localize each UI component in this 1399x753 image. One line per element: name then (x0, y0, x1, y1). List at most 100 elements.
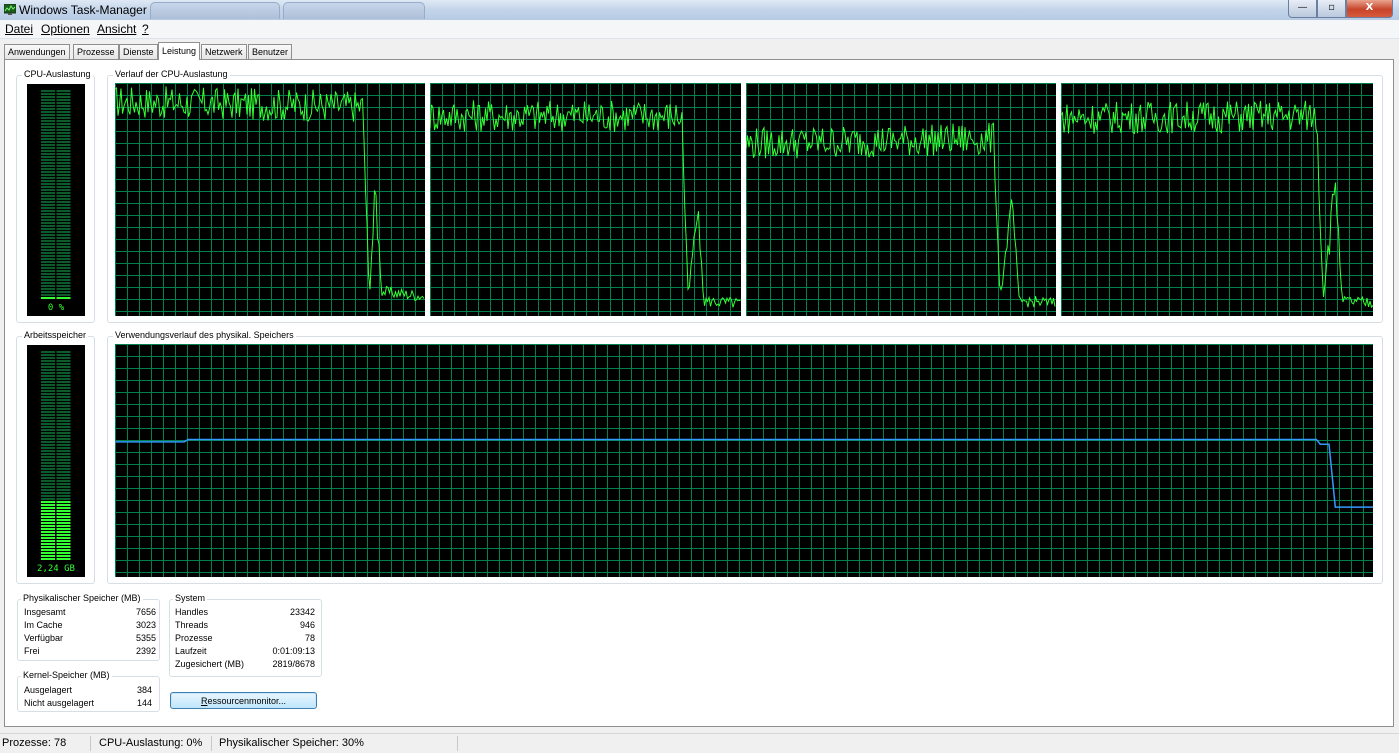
cpu-core-3-graph (746, 83, 1056, 316)
gauge-segment (56, 198, 71, 200)
gauge-segment (56, 285, 71, 287)
gauge-segment (56, 411, 71, 413)
tab-anwendungen[interactable]: Anwendungen (4, 44, 70, 59)
close-button[interactable]: X (1346, 0, 1393, 18)
gauge-segment (56, 288, 71, 290)
task-manager-app-icon (4, 4, 16, 15)
gauge-segment (41, 195, 55, 197)
gauge-segment (56, 270, 71, 272)
menu-datei[interactable]: Datei (5, 22, 33, 36)
gauge-segment (56, 282, 71, 284)
gauge-segment (56, 159, 71, 161)
gauge-segment (56, 117, 71, 119)
gauge-segment (41, 393, 55, 395)
kernel-memory-title: Kernel-Speicher (MB) (21, 670, 112, 680)
gauge-segment (41, 207, 55, 209)
gauge-segment (56, 132, 71, 134)
gauge-segment (41, 96, 55, 98)
cpu-usage-group: CPU-Auslastung 0 % (16, 69, 95, 323)
gauge-segment (41, 252, 55, 254)
tab-prozesse[interactable]: Prozesse (73, 44, 119, 59)
gauge-segment (56, 231, 71, 233)
gauge-segment (56, 255, 71, 257)
menu-optionen[interactable]: Optionen (41, 22, 90, 36)
gauge-segment (41, 228, 55, 230)
gauge-segment (56, 504, 71, 506)
graph-background (115, 344, 1373, 577)
gauge-segment (56, 183, 71, 185)
gauge-segment (41, 285, 55, 287)
gauge-segment (56, 150, 71, 152)
gauge-segment (41, 507, 55, 509)
cpu-core-2-graph (430, 83, 741, 316)
gauge-segment (56, 111, 71, 113)
gauge-segment (56, 237, 71, 239)
gauge-segment (56, 93, 71, 95)
gauge-segment (56, 471, 71, 473)
memory-gauge-bars (41, 351, 71, 560)
maximize-button[interactable]: ▫ (1317, 0, 1346, 18)
gauge-segment (41, 246, 55, 248)
status-separator (211, 736, 212, 751)
gauge-segment (56, 483, 71, 485)
gauge-segment (41, 519, 55, 521)
info-row: Handles 23342 (175, 607, 315, 617)
gauge-segment (41, 114, 55, 116)
gauge-segment (56, 165, 71, 167)
gauge-segment (56, 438, 71, 440)
gauge-segment (41, 474, 55, 476)
gauge-segment (56, 240, 71, 242)
menu-help[interactable]: ? (142, 22, 149, 36)
gauge-segment (56, 156, 71, 158)
memory-gauge: 2,24 GB (27, 345, 85, 577)
gauge-segment (41, 555, 55, 557)
gauge-segment (56, 513, 71, 515)
gauge-segment (56, 522, 71, 524)
gauge-segment (41, 264, 55, 266)
gauge-segment (41, 549, 55, 551)
gauge-segment (56, 123, 71, 125)
gauge-segment (41, 174, 55, 176)
tab-dienste[interactable]: Dienste (119, 44, 158, 59)
gauge-segment (41, 258, 55, 260)
gauge-segment (41, 408, 55, 410)
gauge-segment (56, 129, 71, 131)
gauge-segment (56, 384, 71, 386)
gauge-segment (56, 462, 71, 464)
gauge-segment (41, 354, 55, 356)
cpu-history-group: Verlauf der CPU-Auslastung (107, 69, 1383, 323)
tab-netzwerk[interactable]: Netzwerk (201, 44, 247, 59)
menu-ansicht[interactable]: Ansicht (97, 22, 136, 36)
gauge-segment (41, 231, 55, 233)
gauge-segment (41, 90, 55, 92)
gauge-segment (41, 204, 55, 206)
gauge-segment (56, 543, 71, 545)
tab-leistung[interactable]: Leistung (158, 42, 201, 60)
gauge-segment (56, 294, 71, 296)
gauge-segment (56, 423, 71, 425)
gauge-segment (41, 528, 55, 530)
graph-background (746, 83, 1056, 316)
gauge-segment (56, 360, 71, 362)
gauge-segment (56, 351, 71, 353)
gauge-segment (41, 552, 55, 554)
gauge-segment (56, 510, 71, 512)
minimize-button[interactable]: — (1288, 0, 1317, 18)
gauge-segment (41, 240, 55, 242)
tab-benutzer[interactable]: Benutzer (248, 44, 293, 59)
gauge-segment (41, 237, 55, 239)
gauge-segment (56, 201, 71, 203)
gauge-segment (41, 144, 55, 146)
status-bar: Prozesse: 78 CPU-Auslastung: 0% Physikal… (0, 733, 1399, 753)
gauge-segment (41, 492, 55, 494)
gauge-segment (56, 120, 71, 122)
gauge-segment (56, 90, 71, 92)
resource-monitor-button[interactable]: Ressourcenmonitor... (170, 692, 317, 709)
gauge-segment (56, 195, 71, 197)
gauge-segment (41, 534, 55, 536)
gauge-segment (41, 513, 55, 515)
gauge-segment (56, 498, 71, 500)
title-bar[interactable]: Windows Task-Manager — ▫ X (0, 0, 1399, 21)
gauge-segment (56, 390, 71, 392)
gauge-segment (41, 291, 55, 293)
